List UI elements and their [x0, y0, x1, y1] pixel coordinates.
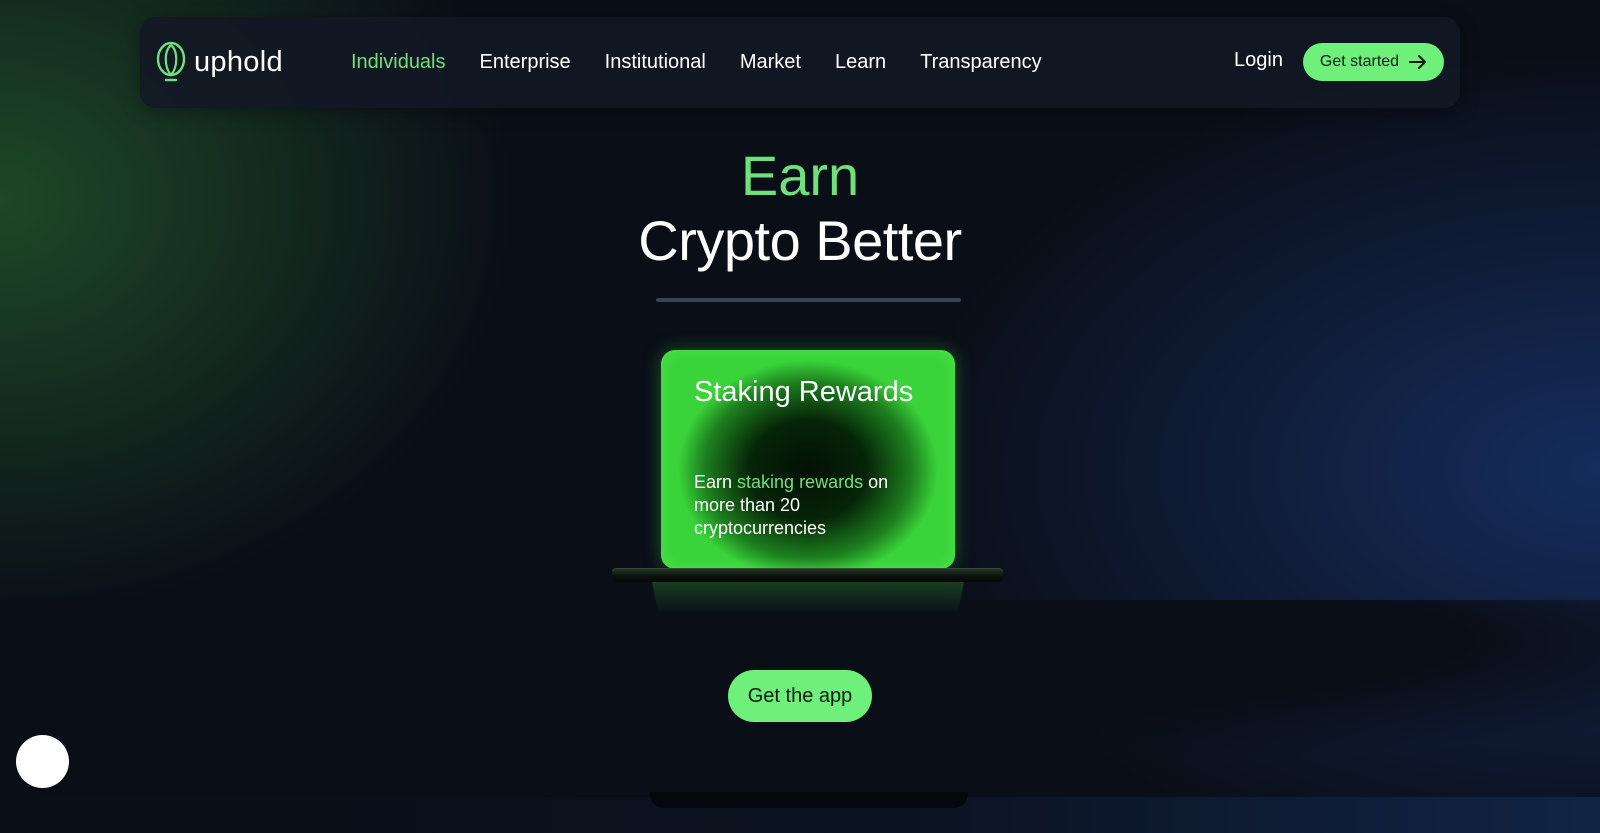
- card-title: Staking Rewards: [694, 376, 914, 408]
- nav-item-transparency[interactable]: Transparency: [920, 51, 1042, 74]
- staking-rewards-card[interactable]: Staking Rewards Earn staking rewards on …: [661, 350, 955, 569]
- main-menu: Individuals Enterprise Institutional Mar…: [351, 17, 1076, 108]
- chat-bubble-icon[interactable]: [16, 735, 69, 788]
- get-started-label: Get started: [1319, 53, 1400, 70]
- page: uphold Individuals Enterprise Institutio…: [0, 0, 1600, 833]
- card-platform-glow: [652, 582, 964, 614]
- hero-title-line2: Crypto Better: [638, 209, 962, 272]
- nav-item-market[interactable]: Market: [740, 51, 801, 74]
- hero-title-line1: Earn: [740, 144, 860, 207]
- card-platform: [612, 568, 1003, 582]
- card-body-prefix: Earn: [694, 472, 738, 492]
- nav-item-learn[interactable]: Learn: [835, 51, 886, 74]
- hero-divider: [656, 298, 961, 302]
- get-started-button[interactable]: Get started: [1303, 43, 1444, 81]
- get-the-app-button[interactable]: Get the app: [728, 670, 872, 722]
- nav-item-institutional[interactable]: Institutional: [605, 51, 706, 74]
- nav-item-individuals[interactable]: Individuals: [351, 51, 446, 74]
- brand-name: uphold: [194, 45, 283, 78]
- next-card-pedestal: [650, 792, 968, 808]
- login-link[interactable]: Login: [1234, 49, 1283, 72]
- arrow-right-icon: [1409, 55, 1427, 69]
- top-navigation: uphold Individuals Enterprise Institutio…: [140, 17, 1460, 108]
- nav-item-enterprise[interactable]: Enterprise: [480, 51, 571, 74]
- card-description: Earn staking rewards on more than 20 cry…: [694, 471, 924, 540]
- card-body-highlight: staking rewards: [737, 472, 864, 492]
- brand-logo[interactable]: uphold: [156, 41, 283, 83]
- uphold-logo-icon: [156, 41, 186, 83]
